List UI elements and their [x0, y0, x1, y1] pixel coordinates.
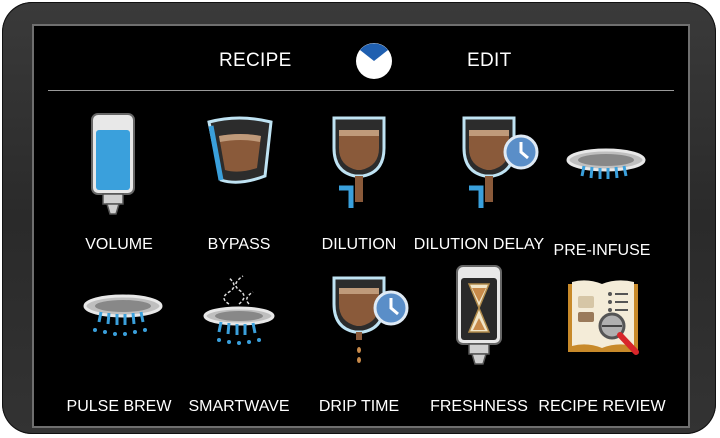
header-recipe-label: RECIPE [219, 50, 292, 71]
bypass-icon [207, 116, 273, 184]
pre-infuse-icon [566, 148, 646, 179]
pulse-brew-icon [83, 294, 163, 336]
tile-freshness[interactable]: FRESHNESS [419, 264, 539, 424]
tile-recipe-review-label: RECIPE REVIEW [538, 398, 666, 415]
dilution-delay-icon [462, 116, 539, 208]
tile-pre-infuse[interactable]: PRE-INFUSE [542, 108, 662, 268]
header-edit-label: EDIT [467, 50, 512, 71]
smartwave-icon [203, 275, 275, 345]
volume-icon [91, 113, 135, 215]
header-divider [48, 90, 674, 91]
tile-pre-infuse-label: PRE-INFUSE [553, 242, 651, 259]
screen: RECIPE EDIT VOLUME BYPASS DILUTION DILUT… [32, 24, 690, 428]
device-frame: RECIPE EDIT VOLUME BYPASS DILUTION DILUT… [2, 2, 716, 434]
dilution-icon [332, 116, 386, 208]
recipe-review-icon [568, 280, 639, 355]
drip-time-icon [332, 276, 409, 363]
tile-dilution-delay[interactable]: DILUTION DELAY [414, 108, 544, 268]
freshness-icon [456, 265, 502, 365]
tile-recipe-review[interactable]: RECIPE REVIEW [538, 274, 666, 434]
clock-logo-icon [356, 43, 392, 79]
